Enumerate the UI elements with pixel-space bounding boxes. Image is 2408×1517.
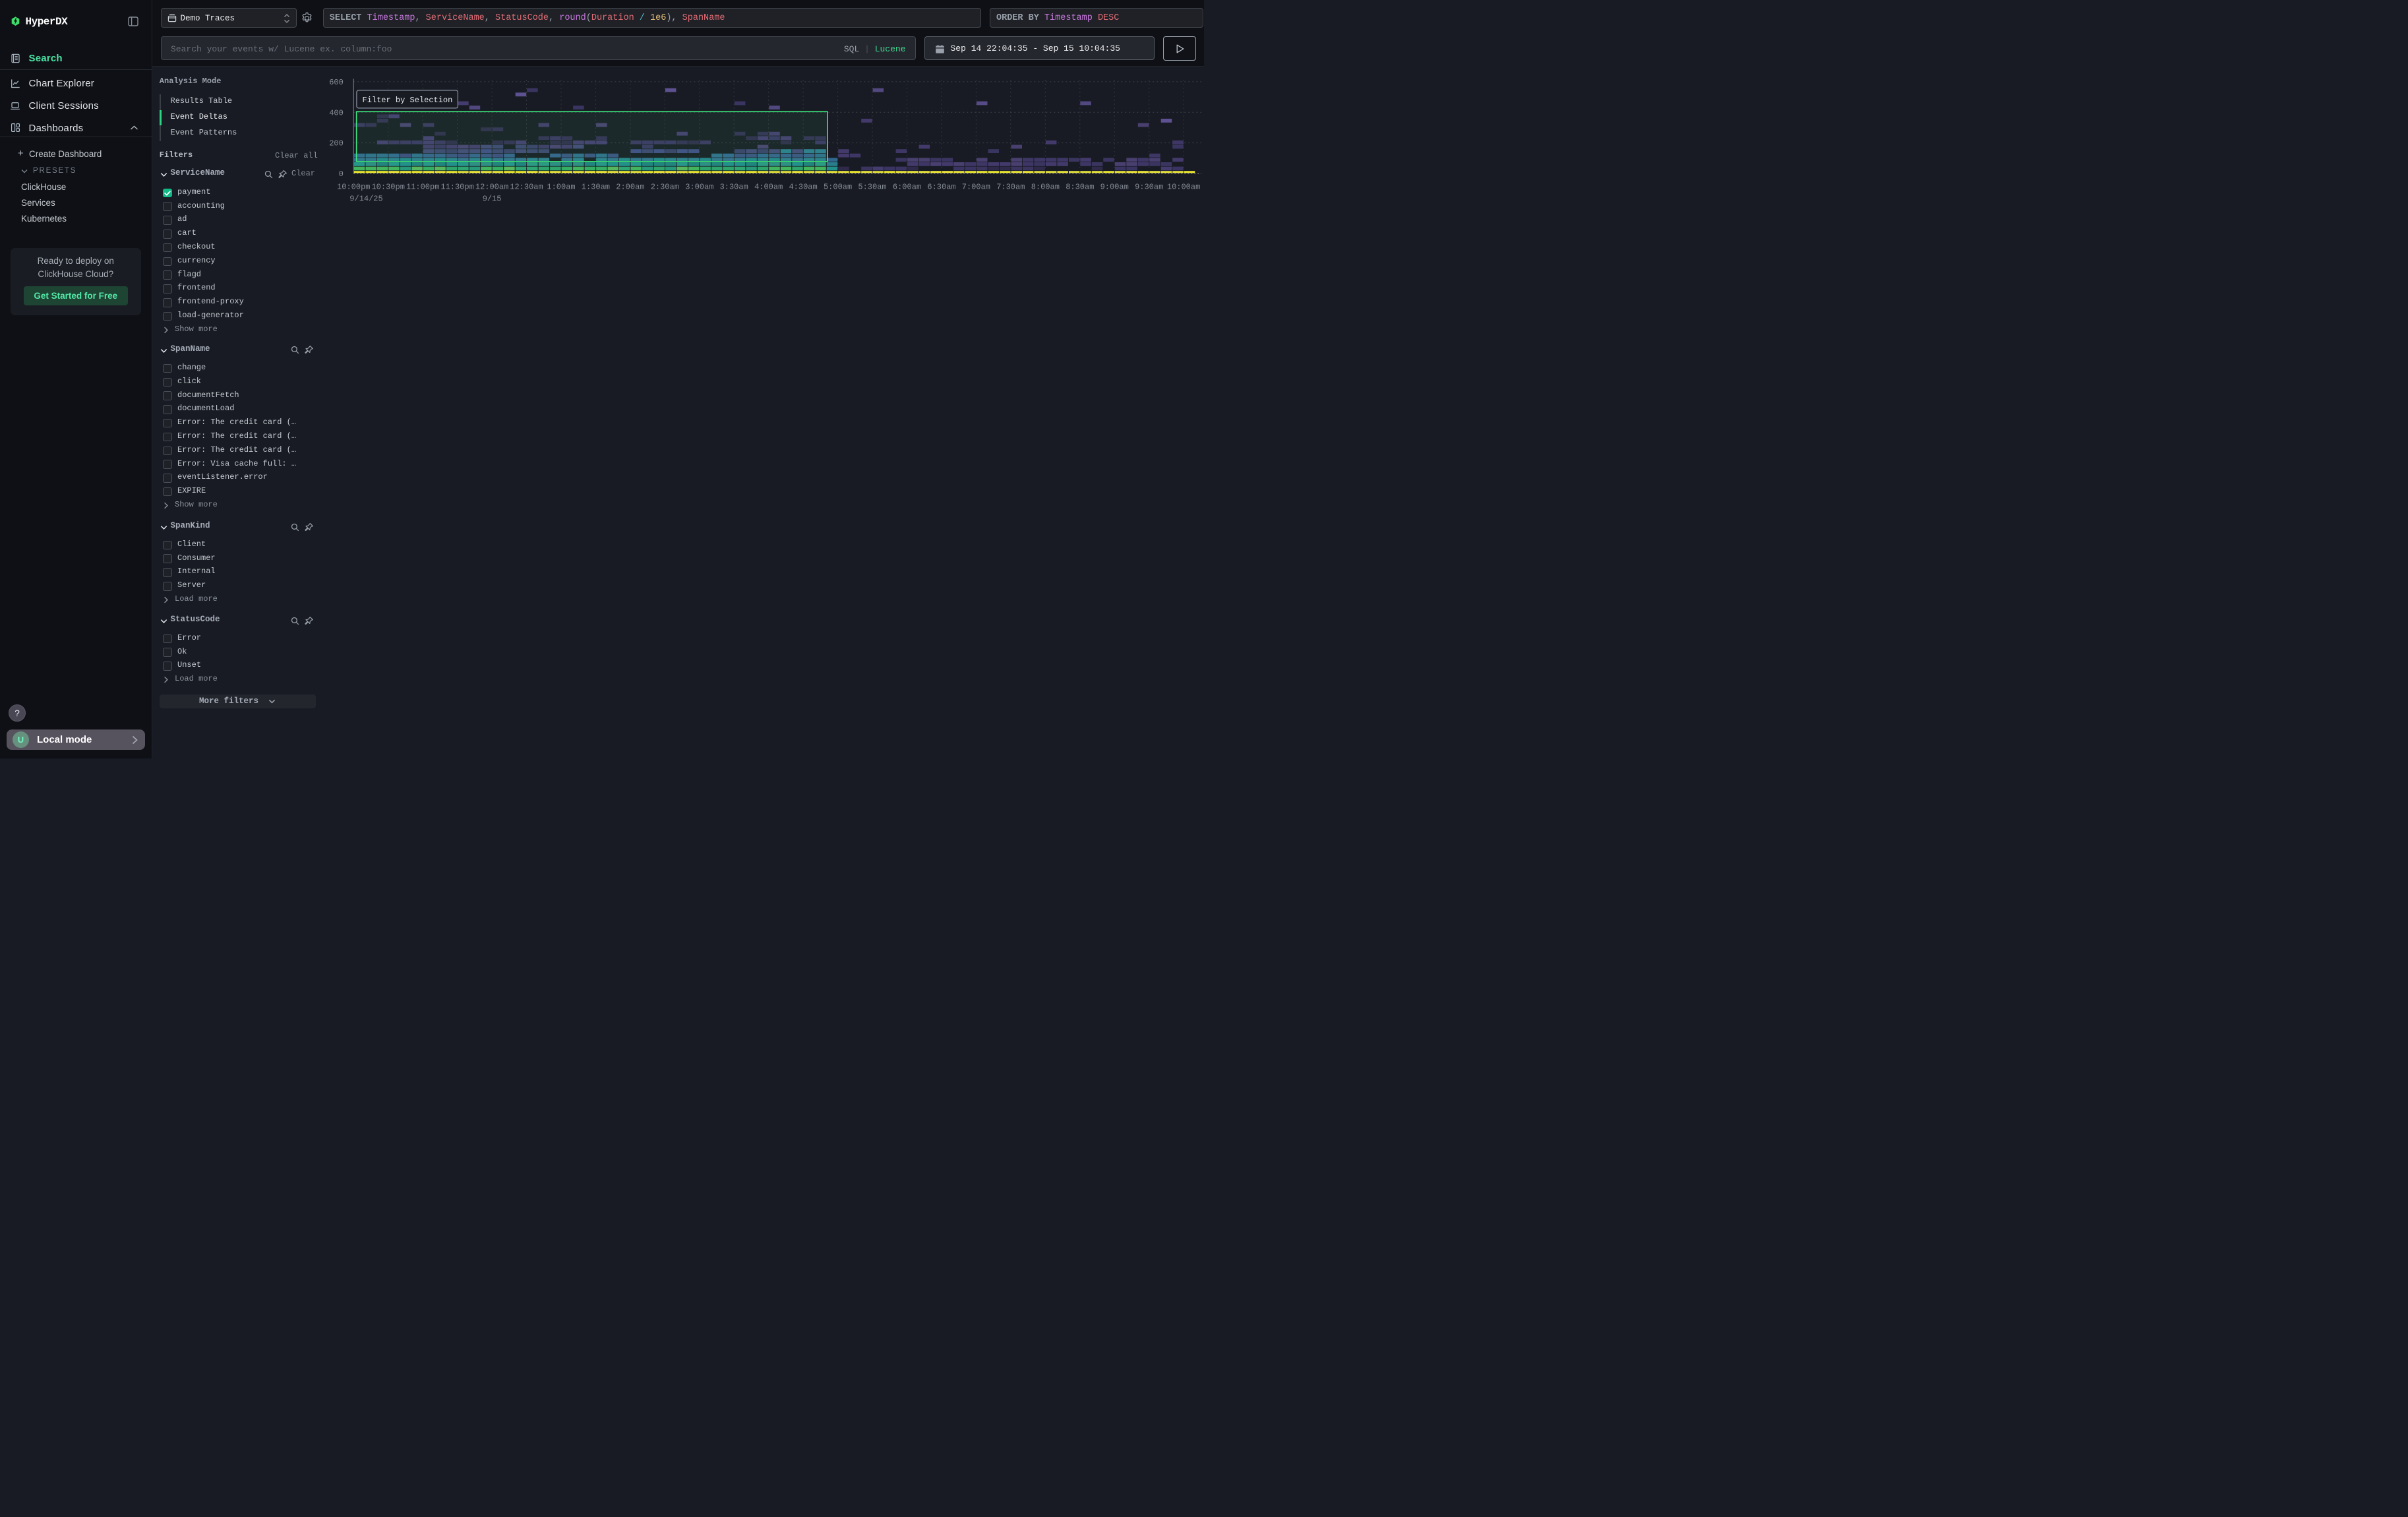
svg-text:600: 600 [329, 78, 344, 87]
svg-text:7:30am: 7:30am [996, 183, 1025, 192]
svg-text:3:30am: 3:30am [720, 183, 748, 192]
svg-text:1:00am: 1:00am [547, 183, 575, 192]
svg-text:1:30am: 1:30am [582, 183, 610, 192]
svg-text:2:30am: 2:30am [651, 183, 679, 192]
svg-text:Filter by Selection: Filter by Selection [363, 96, 453, 105]
svg-text:9/14/25: 9/14/25 [349, 195, 382, 204]
svg-text:12:00am: 12:00am [475, 183, 508, 192]
svg-text:6:30am: 6:30am [927, 183, 955, 192]
svg-text:10:30pm: 10:30pm [371, 183, 404, 192]
svg-text:400: 400 [329, 108, 344, 117]
svg-text:200: 200 [329, 139, 344, 148]
svg-text:4:30am: 4:30am [789, 183, 817, 192]
svg-text:8:30am: 8:30am [1066, 183, 1094, 192]
svg-text:0: 0 [339, 170, 344, 179]
svg-text:3:00am: 3:00am [685, 183, 713, 192]
svg-text:12:30am: 12:30am [510, 183, 543, 192]
svg-text:2:00am: 2:00am [616, 183, 644, 192]
svg-text:5:00am: 5:00am [824, 183, 852, 192]
svg-text:10:00am: 10:00am [1167, 183, 1200, 192]
svg-text:9:00am: 9:00am [1100, 183, 1129, 192]
svg-text:7:00am: 7:00am [962, 183, 990, 192]
svg-text:10:00pm: 10:00pm [337, 183, 370, 192]
svg-text:9/15: 9/15 [483, 195, 502, 204]
svg-text:4:00am: 4:00am [754, 183, 783, 192]
svg-text:5:30am: 5:30am [858, 183, 886, 192]
svg-text:6:00am: 6:00am [893, 183, 921, 192]
svg-text:8:00am: 8:00am [1031, 183, 1060, 192]
svg-text:9:30am: 9:30am [1135, 183, 1163, 192]
svg-text:11:00pm: 11:00pm [406, 183, 439, 192]
svg-text:11:30pm: 11:30pm [440, 183, 473, 192]
